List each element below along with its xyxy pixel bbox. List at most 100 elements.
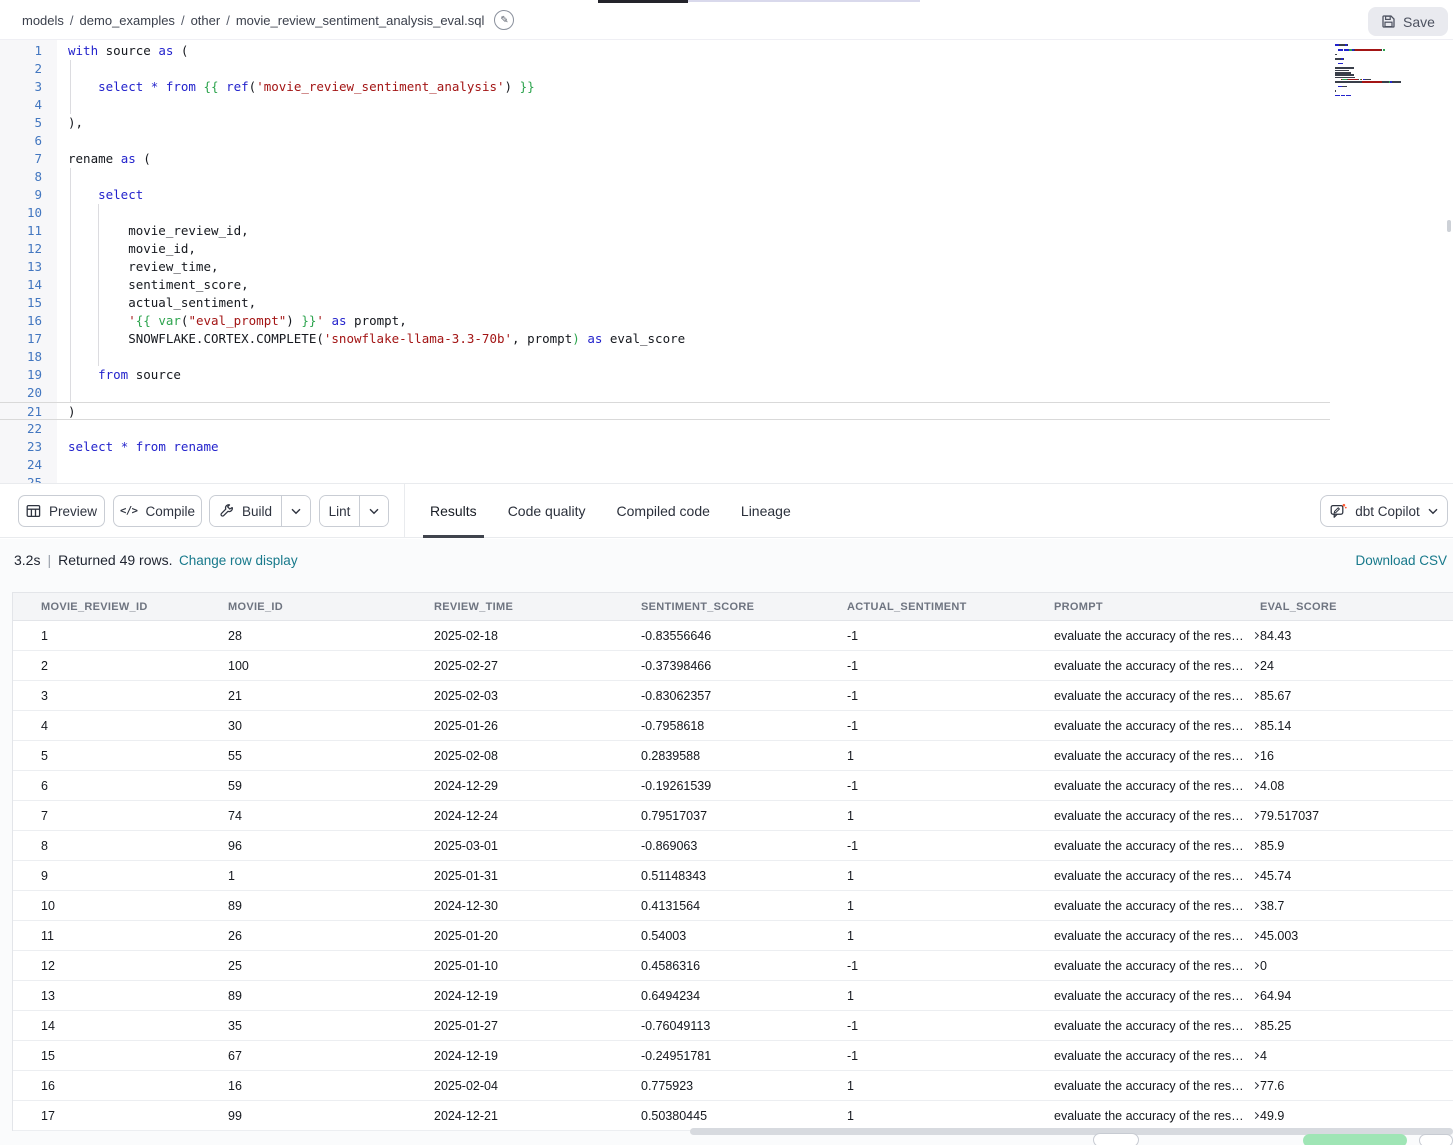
line-number: 17 xyxy=(0,330,42,348)
code-editor[interactable]: 1with source as (23 select * from {{ ref… xyxy=(0,40,1453,483)
expand-prompt-chevron-icon[interactable] xyxy=(1252,782,1259,789)
table-row: 7742024-12-240.795170371evaluate the acc… xyxy=(13,801,1453,831)
code-line[interactable]: 17 SNOWFLAKE.CORTEX.COMPLETE('snowflake-… xyxy=(0,330,1330,348)
code-line[interactable]: 4 xyxy=(0,96,1330,114)
table-row: 15672024-12-19-0.24951781-1evaluate the … xyxy=(13,1041,1453,1071)
partial-bottom-button[interactable] xyxy=(1419,1134,1453,1145)
table-cell: 0.79517037 xyxy=(641,809,847,823)
build-dropdown-button[interactable] xyxy=(281,496,310,526)
breadcrumb-item[interactable]: models xyxy=(22,13,64,28)
table-cell: 4.08 xyxy=(1260,779,1453,793)
prompt-text: evaluate the accuracy of the res… xyxy=(1054,1019,1244,1033)
line-number: 8 xyxy=(0,168,42,186)
code-line[interactable]: 12 movie_id, xyxy=(0,240,1330,258)
editor-minimap[interactable] xyxy=(1335,44,1447,101)
expand-prompt-chevron-icon[interactable] xyxy=(1252,1052,1259,1059)
preview-button[interactable]: Preview xyxy=(18,495,105,527)
code-line[interactable]: 5), xyxy=(0,114,1330,132)
dbt-copilot-button[interactable]: dbt Copilot xyxy=(1320,495,1448,527)
change-row-display-link[interactable]: Change row display xyxy=(179,553,298,568)
expand-prompt-chevron-icon[interactable] xyxy=(1252,992,1259,999)
expand-prompt-chevron-icon[interactable] xyxy=(1252,692,1259,699)
code-line[interactable]: 21) xyxy=(0,402,1330,420)
save-button[interactable]: Save xyxy=(1368,7,1448,36)
code-line[interactable]: 23select * from rename xyxy=(0,438,1330,456)
prompt-cell: evaluate the accuracy of the res… xyxy=(1054,629,1260,643)
expand-prompt-chevron-icon[interactable] xyxy=(1252,902,1259,909)
lint-button[interactable]: Lint xyxy=(320,496,359,526)
code-line[interactable]: 1with source as ( xyxy=(0,42,1330,60)
build-button[interactable]: Build xyxy=(210,496,281,526)
code-line[interactable]: 22 xyxy=(0,420,1330,438)
code-line[interactable]: 16 '{{ var("eval_prompt") }}' as prompt, xyxy=(0,312,1330,330)
tab-lineage[interactable]: Lineage xyxy=(734,484,798,538)
prompt-cell: evaluate the accuracy of the res… xyxy=(1054,899,1260,913)
prompt-text: evaluate the accuracy of the res… xyxy=(1054,989,1244,1003)
partial-status-pill[interactable] xyxy=(1303,1134,1407,1145)
code-text xyxy=(42,474,68,483)
breadcrumb-separator: / xyxy=(70,13,74,28)
expand-prompt-chevron-icon[interactable] xyxy=(1252,632,1259,639)
pencil-circle-icon[interactable]: ✎ xyxy=(494,10,514,30)
expand-prompt-chevron-icon[interactable] xyxy=(1252,842,1259,849)
code-line[interactable]: 11 movie_review_id, xyxy=(0,222,1330,240)
code-line[interactable]: 14 sentiment_score, xyxy=(0,276,1330,294)
lint-dropdown-button[interactable] xyxy=(359,496,388,526)
expand-prompt-chevron-icon[interactable] xyxy=(1252,722,1259,729)
table-cell: 1 xyxy=(847,869,1054,883)
code-text: '{{ var("eval_prompt") }}' as prompt, xyxy=(42,312,407,330)
table-cell: 2025-02-27 xyxy=(434,659,641,673)
expand-prompt-chevron-icon[interactable] xyxy=(1252,1112,1259,1119)
code-line[interactable]: 20 xyxy=(0,384,1330,402)
editor-scrollbar[interactable] xyxy=(1447,220,1451,232)
code-line[interactable]: 10 xyxy=(0,204,1330,222)
code-line[interactable]: 9 select xyxy=(0,186,1330,204)
prompt-text: evaluate the accuracy of the res… xyxy=(1054,899,1244,913)
compile-button[interactable]: </> Compile xyxy=(113,495,202,527)
expand-prompt-chevron-icon[interactable] xyxy=(1252,812,1259,819)
code-line[interactable]: 24 xyxy=(0,456,1330,474)
save-button-label: Save xyxy=(1403,14,1435,30)
code-line[interactable]: 7rename as ( xyxy=(0,150,1330,168)
prompt-text: evaluate the accuracy of the res… xyxy=(1054,719,1244,733)
code-line[interactable]: 13 review_time, xyxy=(0,258,1330,276)
code-line[interactable]: 25 xyxy=(0,474,1330,483)
table-cell: -0.37398466 xyxy=(641,659,847,673)
code-line[interactable]: 15 actual_sentiment, xyxy=(0,294,1330,312)
tab-results[interactable]: Results xyxy=(423,484,484,538)
line-number: 19 xyxy=(0,366,42,384)
partial-bottom-button[interactable] xyxy=(1093,1133,1139,1145)
expand-prompt-chevron-icon[interactable] xyxy=(1252,962,1259,969)
expand-prompt-chevron-icon[interactable] xyxy=(1252,932,1259,939)
breadcrumb-item[interactable]: demo_examples xyxy=(80,13,175,28)
expand-prompt-chevron-icon[interactable] xyxy=(1252,1082,1259,1089)
table-row: 1282025-02-18-0.83556646-1evaluate the a… xyxy=(13,621,1453,651)
table-cell: 4 xyxy=(13,719,228,733)
code-line[interactable]: 2 xyxy=(0,60,1330,78)
code-line[interactable]: 19 from source xyxy=(0,366,1330,384)
prompt-cell: evaluate the accuracy of the res… xyxy=(1054,959,1260,973)
code-text: actual_sentiment, xyxy=(42,294,256,312)
line-number: 1 xyxy=(0,42,42,60)
code-line[interactable]: 3 select * from {{ ref('movie_review_sen… xyxy=(0,78,1330,96)
expand-prompt-chevron-icon[interactable] xyxy=(1252,662,1259,669)
table-cell: 38.7 xyxy=(1260,899,1453,913)
table-cell: 28 xyxy=(228,629,434,643)
tab-code-quality[interactable]: Code quality xyxy=(501,484,593,538)
expand-prompt-chevron-icon[interactable] xyxy=(1252,872,1259,879)
expand-prompt-chevron-icon[interactable] xyxy=(1252,1022,1259,1029)
build-button-label: Build xyxy=(242,504,272,519)
breadcrumb-item[interactable]: movie_review_sentiment_analysis_eval.sql xyxy=(236,13,485,28)
code-lines[interactable]: 1with source as (23 select * from {{ ref… xyxy=(0,42,1453,483)
breadcrumb-item[interactable]: other xyxy=(191,13,221,28)
download-csv-link[interactable]: Download CSV xyxy=(1355,553,1447,568)
table-row: 6592024-12-29-0.19261539-1evaluate the a… xyxy=(13,771,1453,801)
expand-prompt-chevron-icon[interactable] xyxy=(1252,752,1259,759)
prompt-cell: evaluate the accuracy of the res… xyxy=(1054,1109,1260,1123)
code-line[interactable]: 6 xyxy=(0,132,1330,150)
code-line[interactable]: 18 xyxy=(0,348,1330,366)
tab-compiled-code[interactable]: Compiled code xyxy=(610,484,717,538)
top-bar: models/demo_examples/other/movie_review_… xyxy=(0,0,1453,40)
code-line[interactable]: 8 xyxy=(0,168,1330,186)
table-cell: 77.6 xyxy=(1260,1079,1453,1093)
